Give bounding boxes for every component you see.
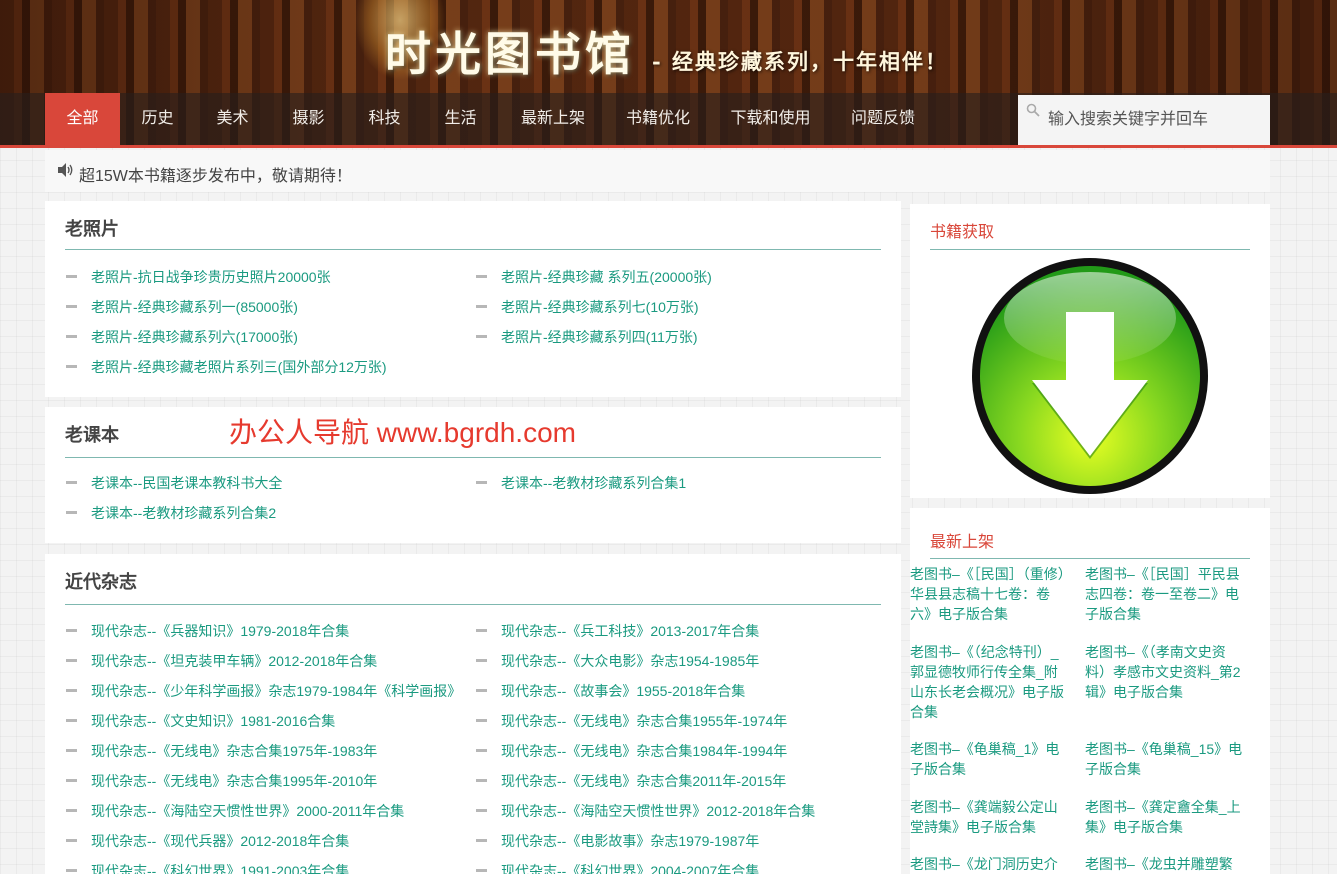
list-item[interactable]: 现代杂志--《现代兵器》2012-2018年合集 xyxy=(66,831,349,851)
list-item[interactable]: 现代杂志--《科幻世界》2004-2007年合集 xyxy=(476,861,759,874)
list-item[interactable]: 现代杂志--《大众电影》杂志1954-1985年 xyxy=(476,651,759,671)
list-item[interactable]: 现代杂志--《无线电》杂志合集1975年-1983年 xyxy=(66,741,377,761)
list-item[interactable]: 现代杂志--《无线电》杂志合集2011年-2015年 xyxy=(476,771,786,791)
search-box xyxy=(1018,95,1270,145)
latest-book-link[interactable]: 老图书–《龟巢稿_15》电子版合集 xyxy=(1085,739,1243,779)
list-item[interactable]: 老照片-经典珍藏老照片系列三(国外部分12万张) xyxy=(66,357,387,377)
section-magazines: 近代杂志 现代杂志--《兵器知识》1979-2018年合集 现代杂志--《兵工科… xyxy=(45,554,901,874)
list-item[interactable]: 老照片-经典珍藏系列四(11万张) xyxy=(476,327,698,347)
sidebar-divider xyxy=(930,558,1250,559)
latest-book-link[interactable]: 老图书–《龚端毅公定山堂詩集》电子版合集 xyxy=(910,797,1068,837)
section-divider xyxy=(65,604,881,605)
latest-book-link[interactable]: 老图书–《［民国］平民县志四卷：卷一至卷二》电子版合集 xyxy=(1085,564,1243,624)
list-item[interactable]: 现代杂志--《坦克装甲车辆》2012-2018年合集 xyxy=(66,651,377,671)
latest-book-link[interactable]: 老图书–《［民国］（重修）华县县志稿十七卷：卷六》电子版合集 xyxy=(910,564,1068,624)
nav-item-book-optimization[interactable]: 书籍优化 xyxy=(608,93,708,145)
latest-book-link[interactable]: 老图书–《龙门洞历史介 xyxy=(910,854,1068,874)
list-item[interactable]: 现代杂志--《海陆空天惯性世界》2000-2011年合集 xyxy=(66,801,404,821)
list-item[interactable]: 现代杂志--《海陆空天惯性世界》2012-2018年合集 xyxy=(476,801,815,821)
sidebar-latest: 最新上架 老图书–《［民国］（重修）华县县志稿十七卷：卷六》电子版合集 老图书–… xyxy=(910,508,1270,874)
nav-item-new-arrivals[interactable]: 最新上架 xyxy=(503,93,603,145)
list-item[interactable]: 现代杂志--《无线电》杂志合集1984年-1994年 xyxy=(476,741,787,761)
list-item[interactable]: 现代杂志--《科幻世界》1991-2003年合集 xyxy=(66,861,349,874)
nav-item-photography[interactable]: 摄影 xyxy=(271,93,346,145)
latest-book-link[interactable]: 老图书–《（孝南文史资料）孝感市文史资料_第2辑》电子版合集 xyxy=(1085,642,1243,702)
latest-book-link[interactable]: 老图书–《龟巢稿_1》电子版合集 xyxy=(910,739,1068,779)
list-item[interactable]: 现代杂志--《故事会》1955-2018年合集 xyxy=(476,681,745,701)
nav-item-technology[interactable]: 科技 xyxy=(347,93,422,145)
list-item[interactable]: 老课本--老教材珍藏系列合集1 xyxy=(476,473,686,493)
nav-item-all[interactable]: 全部 xyxy=(45,93,120,145)
notice-bar: 超15W本书籍逐步发布中，敬请期待！ xyxy=(45,150,1270,192)
nav-item-download-usage[interactable]: 下载和使用 xyxy=(718,93,823,145)
nav-item-history[interactable]: 历史 xyxy=(120,93,195,145)
nav-accent-line xyxy=(0,145,1337,148)
list-item[interactable]: 现代杂志--《无线电》杂志合集1955年-1974年 xyxy=(476,711,787,731)
section-title: 近代杂志 xyxy=(65,572,137,592)
sidebar-title: 最新上架 xyxy=(930,534,995,551)
list-item[interactable]: 老照片-经典珍藏 系列五(20000张) xyxy=(476,267,712,287)
list-item[interactable]: 现代杂志--《无线电》杂志合集1995年-2010年 xyxy=(66,771,377,791)
speaker-icon xyxy=(58,163,73,177)
section-divider xyxy=(65,249,881,250)
notice-text: 超15W本书籍逐步发布中，敬请期待！ xyxy=(79,168,352,185)
latest-book-link[interactable]: 老图书–《龙虫并雕塑繁 xyxy=(1085,854,1243,874)
latest-book-link[interactable]: 老图书–《龚定盦全集_上集》电子版合集 xyxy=(1085,797,1243,837)
site-subtitle: - 经典珍藏系列，十年相伴！ xyxy=(652,49,949,74)
list-item[interactable]: 现代杂志--《电影故事》杂志1979-1987年 xyxy=(476,831,759,851)
sidebar-divider xyxy=(930,249,1250,250)
site-title[interactable]: 时光图书馆 xyxy=(385,18,635,84)
list-item[interactable]: 现代杂志--《文史知识》1981-2016合集 xyxy=(66,711,335,731)
search-input[interactable] xyxy=(1048,105,1258,135)
list-item[interactable]: 老课本--老教材珍藏系列合集2 xyxy=(66,503,276,523)
section-title: 老照片 xyxy=(65,219,119,239)
sidebar-title: 书籍获取 xyxy=(930,224,995,241)
section-title: 老课本 xyxy=(65,425,119,445)
latest-book-link[interactable]: 老图书–《（纪念特刊）_郭显德牧师行传全集_附山东长老会概况》电子版合集 xyxy=(910,642,1068,722)
nav-item-feedback[interactable]: 问题反馈 xyxy=(833,93,933,145)
nav-item-art[interactable]: 美术 xyxy=(195,93,270,145)
list-item[interactable]: 老照片-抗日战争珍贵历史照片20000张 xyxy=(66,267,331,287)
list-item[interactable]: 老照片-经典珍藏系列六(17000张) xyxy=(66,327,298,347)
section-divider xyxy=(65,457,881,458)
section-old-photos: 老照片 老照片-抗日战争珍贵历史照片20000张 老照片-经典珍藏 系列五(20… xyxy=(45,201,901,397)
sidebar-get-books: 书籍获取 xyxy=(910,204,1270,498)
list-item[interactable]: 老照片-经典珍藏系列七(10万张) xyxy=(476,297,699,317)
list-item[interactable]: 老照片-经典珍藏系列一(85000张) xyxy=(66,297,298,317)
download-arrow-icon[interactable] xyxy=(970,256,1211,497)
list-item[interactable]: 老课本--民国老课本教科书大全 xyxy=(66,473,282,493)
list-item[interactable]: 现代杂志--《兵器知识》1979-2018年合集 xyxy=(66,621,349,641)
list-item[interactable]: 现代杂志--《少年科学画报》杂志1979-1984年《科学画报》 xyxy=(66,681,461,701)
list-item[interactable]: 现代杂志--《兵工科技》2013-2017年合集 xyxy=(476,621,759,641)
nav-item-life[interactable]: 生活 xyxy=(423,93,498,145)
watermark-text: 办公人导航 www.bgrdh.com xyxy=(229,417,576,448)
search-icon xyxy=(1026,103,1040,117)
